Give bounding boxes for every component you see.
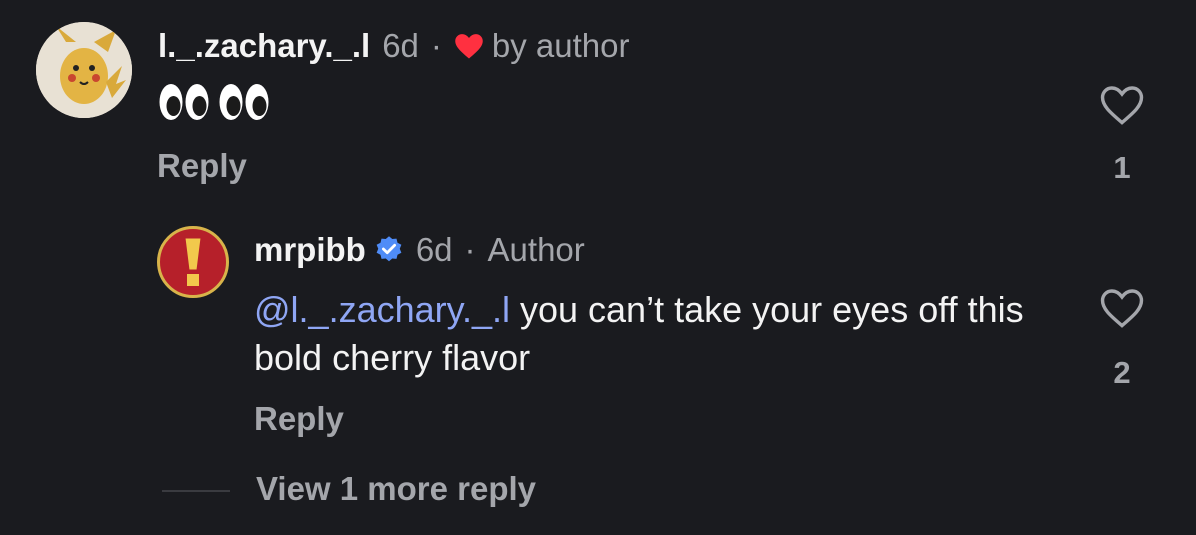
author-label: Author bbox=[487, 231, 585, 268]
liked-by-author-label: by author bbox=[491, 27, 630, 64]
comment-username[interactable]: l._.zachary._.l bbox=[158, 27, 370, 65]
like-count: 1 bbox=[1113, 150, 1131, 185]
comment-time: 6d bbox=[382, 27, 419, 64]
like-heart-icon[interactable] bbox=[1099, 84, 1145, 126]
heart-filled-icon bbox=[455, 34, 483, 59]
divider bbox=[162, 490, 230, 492]
user-avatar[interactable] bbox=[157, 226, 229, 298]
separator: · bbox=[430, 27, 442, 64]
comment-body bbox=[158, 82, 270, 122]
separator: · bbox=[464, 231, 476, 268]
reply-button[interactable]: Reply bbox=[157, 147, 247, 185]
comment-header: mrpibb 6d · Author bbox=[254, 230, 585, 270]
verified-badge-icon bbox=[376, 236, 402, 262]
comment-body: @l._.zachary._.l you can’t take your eye… bbox=[254, 286, 1074, 382]
like-count: 2 bbox=[1113, 355, 1131, 390]
mention-link[interactable]: @l._.zachary._.l bbox=[254, 289, 510, 330]
comment-time: 6d bbox=[415, 231, 453, 268]
pikachu-avatar-icon bbox=[36, 22, 132, 118]
eyes-emoji-icon bbox=[159, 84, 269, 120]
reply-button[interactable]: Reply bbox=[254, 400, 344, 438]
comment-header: l._.zachary._.l 6d · by author bbox=[158, 26, 630, 66]
exclamation-avatar-icon bbox=[184, 237, 202, 286]
like-heart-icon[interactable] bbox=[1099, 287, 1145, 329]
comments-thread: l._.zachary._.l 6d · by author Reply 1 m… bbox=[0, 0, 1196, 535]
comment-username[interactable]: mrpibb bbox=[254, 231, 366, 269]
view-more-replies-button[interactable]: View 1 more reply bbox=[256, 470, 536, 508]
user-avatar[interactable] bbox=[36, 22, 132, 118]
